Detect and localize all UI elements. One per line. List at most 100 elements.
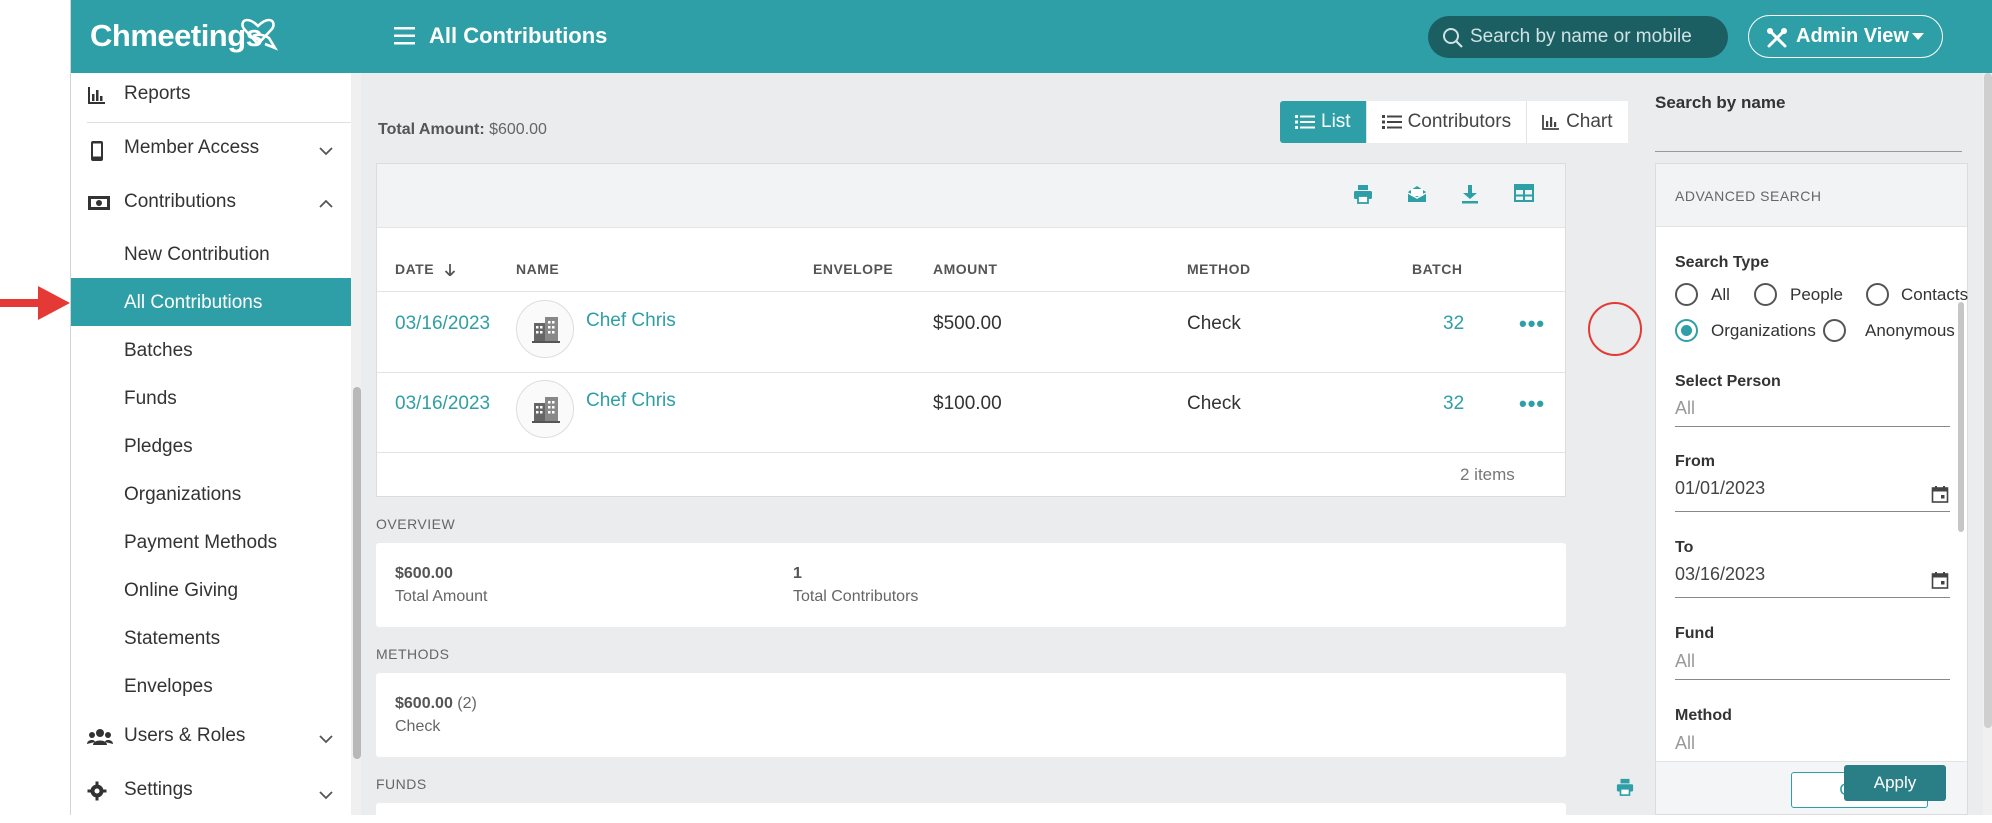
sidebar-item-reports[interactable]: Reports [71,83,351,109]
global-search[interactable] [1428,16,1728,58]
sidebar-item-users-roles[interactable]: Users & Roles [71,725,351,755]
search-by-name-label: Search by name [1655,93,1786,112]
sidebar-item-label: Settings [124,779,193,800]
row-batch-link[interactable]: 32 [1443,393,1464,415]
global-search-input[interactable] [1470,24,1715,50]
contributor-name-link[interactable]: Chef Chris [586,310,676,332]
column-header-envelope[interactable]: ENVELOPE [813,261,893,277]
page-scrollbar-thumb[interactable] [1984,73,1992,728]
overview-total-contributors-value: 1 [793,565,802,582]
fund-label: Fund [1675,625,1715,642]
row-method: Check [1187,313,1241,334]
print-icon[interactable] [1616,778,1634,796]
row-date-link[interactable]: 03/16/2023 [395,313,490,335]
fund-field[interactable]: All [1675,651,1695,672]
column-header-name[interactable]: NAME [516,261,559,277]
calendar-icon[interactable] [1931,485,1949,503]
row-more-actions-button[interactable]: ••• [1519,391,1545,417]
sidebar-subitem-label: All Contributions [124,292,263,313]
sidebar-subitem-batches[interactable]: Batches [71,326,351,374]
chart-bar-icon [1542,115,1560,130]
avatar [516,380,574,438]
from-date-underline [1675,511,1950,512]
select-person-underline [1675,426,1950,427]
radio-organizations[interactable] [1675,319,1698,342]
radio-contacts[interactable] [1866,283,1889,306]
sidebar-item-member-access[interactable]: Member Access [71,137,351,167]
advanced-search-title: ADVANCED SEARCH [1675,188,1822,204]
overview-total-amount-label: Total Amount [395,588,488,605]
contributors-view-label: Contributors [1407,111,1512,132]
sidebar-item-contributions[interactable]: Contributions [71,191,351,221]
row-more-actions-button[interactable]: ••• [1519,311,1545,337]
admin-view-button[interactable]: Admin View [1748,15,1943,58]
building-icon [532,317,560,343]
sidebar-subitem-funds[interactable]: Funds [71,374,351,422]
row-batch-link[interactable]: 32 [1443,313,1464,335]
sidebar-subitem-envelopes[interactable]: Envelopes [71,662,351,710]
search-panel: Search by name ADVANCED SEARCH Search Ty… [1648,73,1992,815]
table-toolbar [377,164,1565,228]
list-icon [1381,115,1402,129]
funds-panel [376,803,1566,823]
methods-count: (2) [457,695,477,712]
select-person-field[interactable]: All [1675,398,1695,419]
app-logo[interactable]: Chmeetings [90,18,263,54]
money-icon [88,196,110,210]
table-columns-icon[interactable] [1514,184,1534,202]
sidebar-subitem-organizations[interactable]: Organizations [71,470,351,518]
to-date-field[interactable]: 03/16/2023 [1675,564,1765,585]
method-field[interactable]: All [1675,733,1695,755]
sidebar-subitem-statements[interactable]: Statements [71,614,351,662]
sidebar-subitem-online-giving[interactable]: Online Giving [71,566,351,614]
advanced-search-scrollbar[interactable] [1958,302,1964,532]
gear-icon [87,781,107,801]
print-icon[interactable] [1353,184,1373,204]
sidebar-subitem-pledges[interactable]: Pledges [71,422,351,470]
total-amount-value: $600.00 [489,121,547,138]
sidebar-subitem-label: Envelopes [124,676,213,697]
column-header-date[interactable]: DATE [395,261,456,277]
calendar-icon[interactable] [1931,571,1949,589]
column-header-amount[interactable]: AMOUNT [933,261,997,277]
apply-button[interactable]: Apply [1844,765,1946,801]
radio-people[interactable] [1754,283,1777,306]
sidebar-item-settings[interactable]: Settings [71,779,351,809]
list-icon [1295,115,1315,129]
from-date-field[interactable]: 01/01/2023 [1675,478,1765,499]
radio-anonymous[interactable] [1823,319,1846,342]
search-by-name-input[interactable] [1655,151,1962,152]
column-header-method[interactable]: METHOD [1187,261,1251,277]
sidebar-subitem-payment-methods[interactable]: Payment Methods [71,518,351,566]
column-header-label: DATE [395,261,435,277]
sidebar-subitem-all-contributions[interactable]: All Contributions [71,278,351,326]
chart-view-button[interactable]: Chart [1527,101,1628,143]
radio-label-people: People [1790,285,1843,304]
email-icon[interactable] [1407,184,1427,204]
hamburger-menu-icon[interactable] [393,25,417,47]
methods-value: $600.00 (2) [395,695,477,713]
sidebar-subitem-new-contribution[interactable]: New Contribution [71,230,351,278]
sidebar-scrollbar-thumb[interactable] [353,387,361,759]
advanced-search-header: ADVANCED SEARCH [1656,164,1967,227]
chevron-down-icon [319,791,333,800]
radio-all[interactable] [1675,283,1698,306]
sidebar-subitem-label: Funds [124,388,177,409]
total-amount-label: Total Amount: [378,121,485,138]
view-toggle: List Contributors Chart [1280,101,1628,143]
column-header-batch[interactable]: BATCH [1412,261,1462,277]
row-date-link[interactable]: 03/16/2023 [395,393,490,415]
chevron-down-icon [319,147,333,156]
fund-underline [1675,679,1950,680]
download-icon[interactable] [1461,184,1479,204]
row-amount: $500.00 [933,313,1002,334]
contributors-view-button[interactable]: Contributors [1366,101,1528,143]
row-amount: $100.00 [933,393,1002,414]
contributor-name-link[interactable]: Chef Chris [586,390,676,412]
to-label: To [1675,539,1694,556]
sidebar-subitem-label: Pledges [124,436,193,457]
annotation-circle [1588,302,1642,356]
avatar [516,300,574,358]
list-view-button[interactable]: List [1280,101,1367,143]
sidebar-subitem-label: Online Giving [124,580,239,601]
